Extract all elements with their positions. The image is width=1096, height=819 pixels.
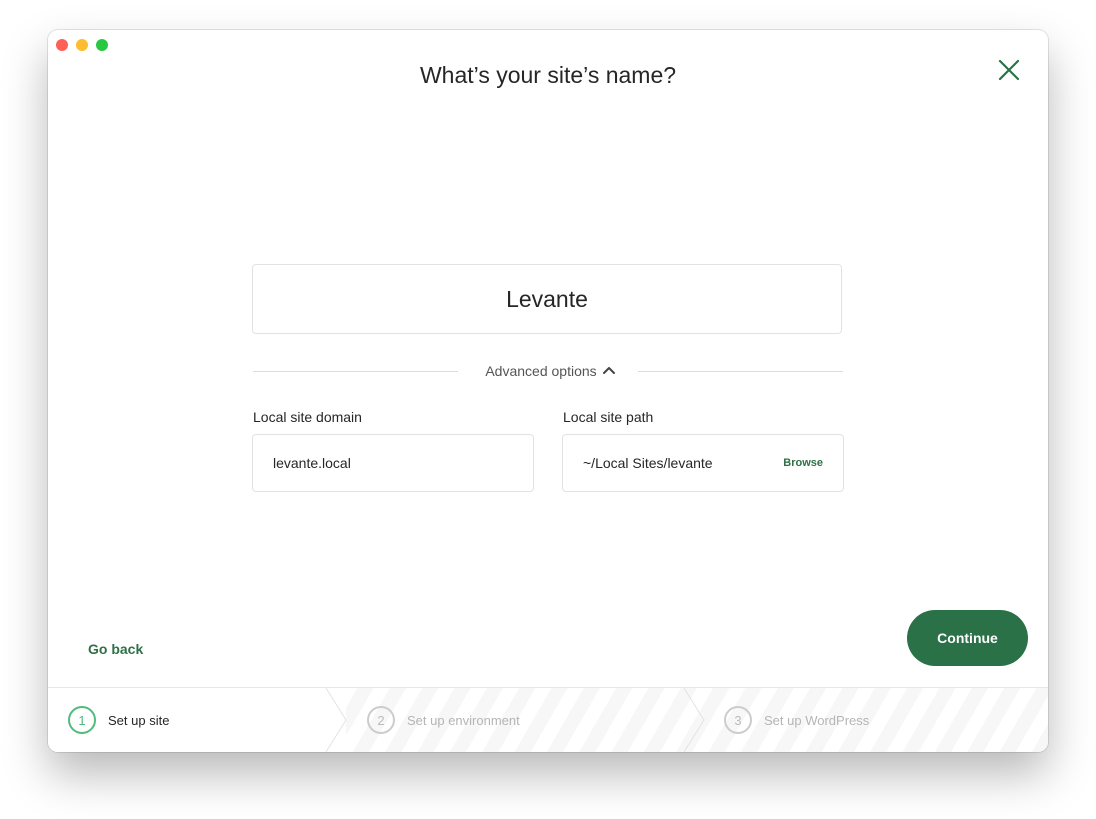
advanced-options-divider: Advanced options xyxy=(253,361,843,381)
step-set-up-environment: 2 Set up environment xyxy=(367,706,520,734)
step-number: 1 xyxy=(68,706,96,734)
browse-button[interactable]: Browse xyxy=(783,457,823,469)
step-separator xyxy=(326,688,347,752)
path-input[interactable]: ~/Local Sites/levante Browse xyxy=(562,434,844,492)
close-icon[interactable] xyxy=(996,57,1022,83)
zoom-window-button[interactable] xyxy=(96,39,108,51)
advanced-options-label: Advanced options xyxy=(485,363,597,379)
step-label: Set up WordPress xyxy=(764,712,870,728)
step-set-up-wordpress: 3 Set up WordPress xyxy=(724,706,869,734)
dialog-title: What’s your site’s name? xyxy=(419,62,677,88)
domain-label: Local site domain xyxy=(253,409,362,425)
close-window-button[interactable] xyxy=(56,39,68,51)
step-separator xyxy=(684,688,705,752)
step-progress-bar: 1 Set up site 2 Set up environment 3 Set… xyxy=(48,687,1048,752)
step-number: 2 xyxy=(367,706,395,734)
advanced-options-toggle[interactable]: Advanced options xyxy=(463,361,638,381)
window-controls xyxy=(56,39,108,51)
chevron-up-icon xyxy=(602,360,616,380)
step-label: Set up environment xyxy=(407,712,520,728)
path-value: ~/Local Sites/levante xyxy=(583,455,713,471)
step-label: Set up site xyxy=(108,712,170,728)
site-name-value: Levante xyxy=(506,285,588,312)
step-set-up-site: 1 Set up site xyxy=(68,706,169,734)
divider-line-left xyxy=(253,371,458,372)
continue-button[interactable]: Continue xyxy=(907,610,1028,666)
path-label: Local site path xyxy=(563,409,654,425)
minimize-window-button[interactable] xyxy=(76,39,88,51)
domain-value: levante.local xyxy=(273,455,351,471)
divider-line-right xyxy=(638,371,843,372)
site-name-input[interactable]: Levante xyxy=(252,264,842,334)
go-back-button[interactable]: Go back xyxy=(88,641,143,657)
step-number: 3 xyxy=(724,706,752,734)
new-site-window: What’s your site’s name? Levante Advance… xyxy=(48,30,1048,752)
domain-input[interactable]: levante.local xyxy=(252,434,534,492)
